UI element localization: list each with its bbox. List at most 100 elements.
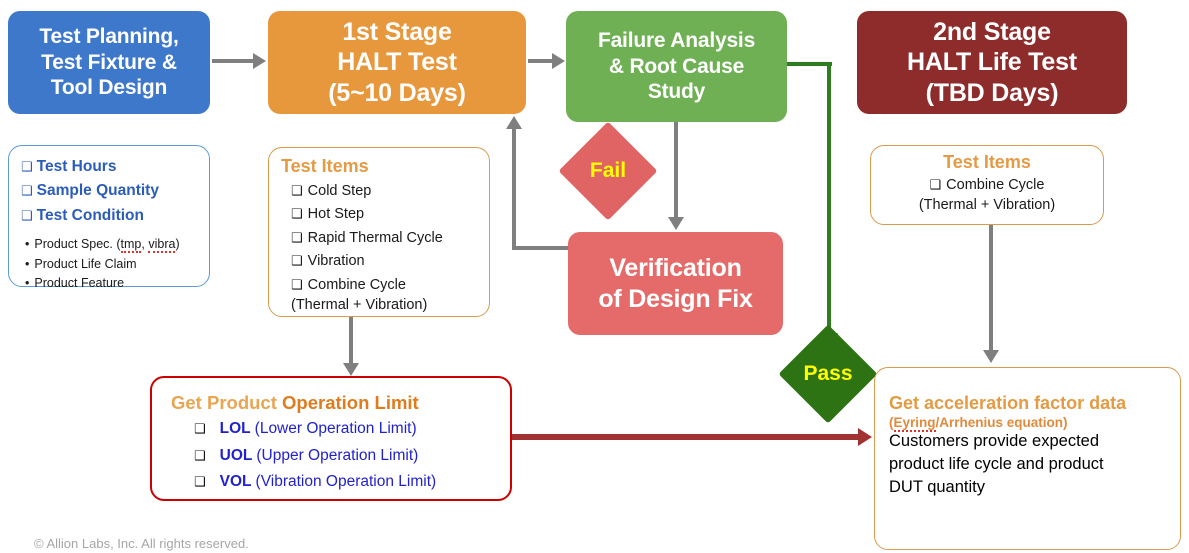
checkbox-icon: ❑ bbox=[291, 254, 303, 270]
node-halt2-line-3: (TBD Days) bbox=[925, 78, 1059, 107]
test-item-label: Vibration bbox=[307, 253, 365, 270]
test-items-stage1-subline: (Thermal + Vibration) bbox=[291, 297, 428, 314]
test-item-rapid-thermal-cycle[interactable]: ❑ Rapid Thermal Cycle bbox=[291, 227, 489, 250]
node-second-stage-halt-life-test[interactable]: 2nd Stage HALT Life Test (TBD Days) bbox=[857, 11, 1127, 114]
checkbox-icon: ❑ bbox=[194, 448, 206, 464]
test-items-stage1-title: Test Items bbox=[281, 156, 369, 176]
acceleration-subtitle: (Eyring/Arrhenius equation) bbox=[889, 415, 1180, 432]
test-condition-item-label: Test Condition bbox=[36, 206, 144, 224]
bullet-product-feature: Product Feature bbox=[25, 274, 209, 293]
arrowhead-testitems-to-oplimit bbox=[343, 363, 359, 376]
checkbox-icon: ❑ bbox=[194, 422, 206, 437]
operation-limit-list: ❑ LOL (Lower Operation Limit) ❑ UOL (Upp… bbox=[194, 416, 510, 496]
test-item-label: Combine Cycle bbox=[307, 276, 406, 293]
test-items-stage2-title: Test Items bbox=[943, 152, 1031, 172]
connector-verification-feedback-vertical bbox=[512, 129, 516, 250]
acceleration-body-line-2: product life cycle and product bbox=[889, 454, 1104, 473]
node-halt1-line-2: HALT Test bbox=[337, 48, 457, 77]
test-item-label: Combine Cycle bbox=[946, 177, 1045, 193]
decision-pass[interactable]: Pass bbox=[778, 324, 878, 424]
halt-process-flowchart: Test Planning, Test Fixture & Tool Desig… bbox=[0, 0, 1189, 553]
node-failure-analysis[interactable]: Failure Analysis & Root Cause Study bbox=[566, 11, 787, 122]
node-halt2-line-1: 2nd Stage bbox=[933, 17, 1051, 46]
test-item-label: Hot Step bbox=[307, 206, 365, 223]
copyright-footer: © Allion Labs, Inc. All rights reserved. bbox=[34, 536, 249, 551]
operation-limit-title-part2: Operation Limit bbox=[282, 392, 419, 413]
test-item-combine-cycle[interactable]: ❑ Combine Cycle bbox=[291, 274, 489, 297]
test-item-cold-step[interactable]: ❑ Cold Step bbox=[291, 180, 489, 203]
test-condition-item-label: Test Hours bbox=[36, 158, 117, 175]
test-items-stage2-subline: (Thermal + Vibration) bbox=[918, 196, 1056, 213]
connector-verification-feedback-horizontal bbox=[512, 246, 570, 250]
test-condition-check-list: ❑ Test Hours ❑ Sample Quantity ❑ Test Co… bbox=[21, 155, 209, 228]
connector-oplimit-to-acceleration bbox=[512, 434, 860, 440]
decision-fail[interactable]: Fail bbox=[558, 121, 658, 221]
node-first-stage-halt-test[interactable]: 1st Stage HALT Test (5~10 Days) bbox=[268, 11, 526, 114]
checkbox-icon: ❑ bbox=[21, 160, 33, 175]
test-condition-item-test-condition[interactable]: ❑ Test Condition bbox=[21, 204, 209, 228]
node-test-planning-line-1: Test Planning, bbox=[39, 25, 179, 49]
operation-limit-item-uol[interactable]: ❑ UOL (Upper Operation Limit) bbox=[194, 443, 510, 470]
node-halt1-line-1: 1st Stage bbox=[342, 17, 452, 46]
node-verification-of-design-fix[interactable]: Verification of Design Fix bbox=[568, 232, 783, 335]
test-condition-item-sample-quantity[interactable]: ❑ Sample Quantity bbox=[21, 179, 209, 203]
connector-failure-to-pass-horizontal bbox=[787, 62, 832, 66]
checkbox-icon: ❑ bbox=[291, 207, 303, 223]
panel-get-product-operation-limit: Get Product Operation Limit ❑ LOL (Lower… bbox=[150, 376, 512, 501]
decision-pass-label: Pass bbox=[803, 362, 853, 385]
test-item-hot-step[interactable]: ❑ Hot Step bbox=[291, 203, 489, 226]
panel-acceleration-factor-data: Get acceleration factor data (Eyring/Arr… bbox=[874, 367, 1181, 550]
decision-fail-label: Fail bbox=[589, 159, 627, 182]
operation-limit-item-lol[interactable]: ❑ LOL (Lower Operation Limit) bbox=[194, 416, 510, 443]
operation-limit-item-vol[interactable]: ❑ VOL (Vibration Operation Limit) bbox=[194, 469, 510, 496]
node-halt1-line-3: (5~10 Days) bbox=[328, 78, 466, 107]
operation-limit-abbr: VOL bbox=[219, 473, 252, 491]
node-test-planning[interactable]: Test Planning, Test Fixture & Tool Desig… bbox=[8, 11, 210, 114]
arrowhead-oplimit-to-acceleration bbox=[858, 428, 872, 446]
checkbox-icon: ❑ bbox=[291, 277, 303, 293]
test-condition-item-label: Sample Quantity bbox=[36, 182, 159, 200]
test-condition-bullet-list: Product Spec. (tmp, vibra) Product Life … bbox=[25, 235, 209, 293]
checkbox-icon: ❑ bbox=[291, 230, 303, 246]
node-failure-line-1: Failure Analysis bbox=[597, 29, 756, 53]
acceleration-body-line-1: Customers provide expected bbox=[889, 432, 1100, 450]
connector-failure-to-pass-vertical bbox=[827, 62, 831, 336]
test-item-label: Cold Step bbox=[307, 183, 372, 199]
bullet-lead: Product Spec. ( bbox=[34, 237, 121, 252]
checkbox-icon: ❑ bbox=[291, 184, 303, 199]
test-item-combine-cycle-stage2[interactable]: ❑ Combine Cycle bbox=[871, 175, 1103, 197]
bullet-product-life-claim: Product Life Claim bbox=[25, 255, 209, 274]
acceleration-body-line-3: DUT quantity bbox=[889, 477, 985, 496]
operation-limit-title: Get Product Operation Limit bbox=[171, 392, 510, 414]
test-item-vibration[interactable]: ❑ Vibration bbox=[291, 250, 489, 273]
operation-limit-title-part1: Get Product bbox=[171, 392, 283, 413]
connector-planning-to-halt1 bbox=[212, 59, 255, 63]
test-item-label: Rapid Thermal Cycle bbox=[307, 229, 443, 246]
spellcheck-word-tmp: tmp bbox=[120, 237, 142, 254]
checkbox-icon: ❑ bbox=[929, 178, 942, 193]
bullet-tail: ) bbox=[175, 237, 180, 252]
arrowhead-planning-to-halt1 bbox=[253, 53, 266, 69]
spellcheck-word-eyring: Eyring bbox=[893, 415, 936, 432]
node-verify-line-2: of Design Fix bbox=[598, 284, 753, 313]
node-test-planning-line-2: Test Fixture & bbox=[41, 50, 177, 74]
connector-failure-to-verification bbox=[674, 122, 678, 219]
operation-limit-abbr: UOL bbox=[219, 446, 253, 464]
spellcheck-word-vibra: vibra bbox=[148, 237, 176, 254]
arrowhead-halt2-to-acceleration bbox=[983, 350, 999, 363]
acceleration-subtitle-rest: /Arrhenius equation) bbox=[935, 415, 1068, 430]
acceleration-subtitle-open: ( bbox=[889, 415, 894, 430]
arrowhead-failure-to-verification bbox=[668, 217, 684, 230]
connector-testitems-to-oplimit bbox=[349, 317, 353, 365]
checkbox-icon: ❑ bbox=[21, 184, 33, 200]
checkbox-icon: ❑ bbox=[194, 475, 206, 491]
operation-limit-desc: (Upper Operation Limit) bbox=[256, 446, 419, 464]
test-condition-item-test-hours[interactable]: ❑ Test Hours bbox=[21, 155, 209, 179]
operation-limit-desc: (Lower Operation Limit) bbox=[254, 420, 417, 437]
checkbox-icon: ❑ bbox=[21, 208, 33, 224]
node-test-planning-line-3: Tool Design bbox=[50, 76, 168, 100]
bullet-product-spec: Product Spec. (tmp, vibra) bbox=[25, 235, 209, 254]
operation-limit-desc: (Vibration Operation Limit) bbox=[255, 473, 437, 491]
panel-test-items-stage2: Test Items ❑ Combine Cycle (Thermal + Vi… bbox=[870, 145, 1104, 225]
operation-limit-abbr: LOL bbox=[219, 420, 251, 437]
